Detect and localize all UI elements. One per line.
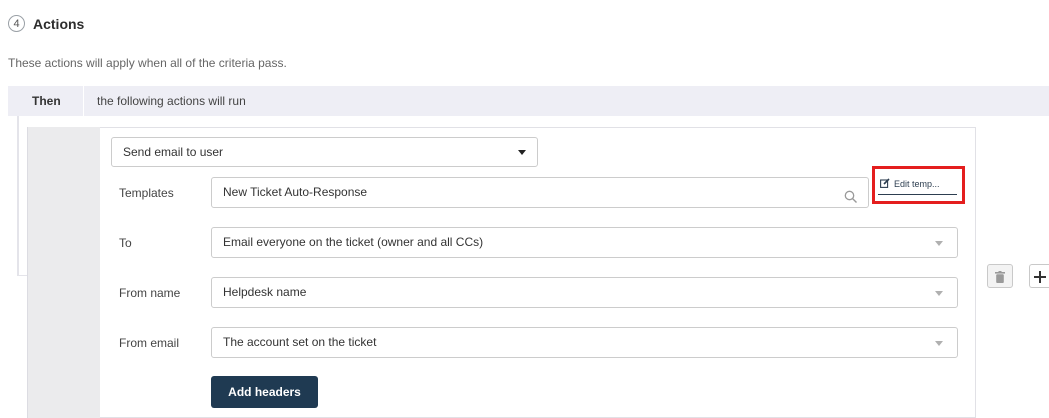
chevron-down-icon [935, 241, 943, 246]
edit-template-link[interactable]: Edit temp... [880, 178, 940, 190]
step-number-badge: 4 [8, 15, 25, 32]
to-value: Email everyone on the ticket (owner and … [223, 235, 484, 249]
add-action-button[interactable] [1029, 264, 1049, 288]
from-email-value: The account set on the ticket [223, 335, 377, 349]
then-label: Then [32, 94, 61, 108]
chevron-down-icon [935, 291, 943, 296]
action-drag-strip[interactable] [27, 127, 101, 418]
action-group-frame-bottom [17, 275, 27, 276]
edit-template-label[interactable]: Edit temp... [894, 179, 940, 189]
action-group-frame [17, 116, 19, 276]
trash-icon [995, 270, 1005, 288]
add-headers-button[interactable]: Add headers [211, 376, 318, 408]
from-email-label: From email [119, 336, 180, 350]
from-name-value: Helpdesk name [223, 285, 307, 299]
plus-icon [1033, 270, 1046, 288]
action-type-value: Send email to user [123, 145, 224, 159]
from-email-select[interactable]: The account set on the ticket [211, 327, 958, 358]
action-card [100, 127, 976, 418]
search-icon[interactable] [844, 186, 858, 203]
from-name-select[interactable]: Helpdesk name [211, 277, 958, 308]
edit-template-underline [878, 194, 957, 195]
chevron-down-icon [518, 150, 526, 155]
templates-value: New Ticket Auto-Response [223, 185, 368, 199]
edit-icon [880, 178, 890, 188]
from-name-label: From name [119, 286, 181, 300]
templates-label: Templates [119, 186, 174, 200]
section-title: Actions [33, 16, 85, 32]
delete-action-button[interactable] [987, 264, 1013, 288]
action-type-select[interactable]: Send email to user [111, 137, 538, 167]
then-bar-divider [83, 86, 84, 116]
templates-search-input[interactable]: New Ticket Auto-Response [211, 177, 869, 208]
chevron-down-icon [935, 341, 943, 346]
to-select[interactable]: Email everyone on the ticket (owner and … [211, 227, 958, 258]
then-description: the following actions will run [97, 94, 246, 108]
section-subtitle: These actions will apply when all of the… [8, 56, 287, 70]
to-label: To [119, 236, 132, 250]
